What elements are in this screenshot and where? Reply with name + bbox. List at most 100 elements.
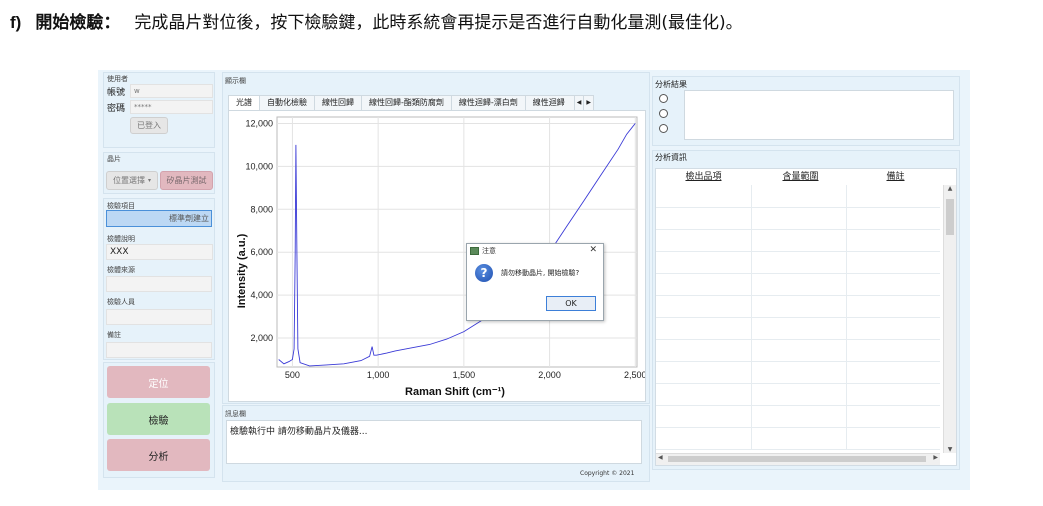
column-header-range[interactable]: 含量範圍 — [753, 169, 848, 185]
table-body — [656, 185, 940, 453]
column-divider — [751, 317, 752, 339]
analysis-info-heading: 分析資訊 — [655, 153, 687, 162]
tab-auto-inspection[interactable]: 自動化檢驗 — [259, 95, 315, 110]
column-divider — [751, 383, 752, 405]
instruction-title: 開始檢驗： — [35, 13, 121, 32]
hscrollbar-thumb[interactable] — [668, 456, 926, 462]
instruction-step: f) — [10, 13, 22, 32]
logged-in-button[interactable]: 已登入 — [130, 117, 168, 134]
column-divider — [846, 207, 847, 229]
column-divider — [751, 295, 752, 317]
table-row[interactable] — [656, 361, 940, 384]
table-row[interactable] — [656, 185, 940, 208]
table-row[interactable] — [656, 405, 940, 428]
tab-regression-preservative[interactable]: 線性回歸-酯類防腐劑 — [361, 95, 452, 110]
column-divider — [751, 251, 752, 273]
account-field[interactable]: w — [130, 84, 213, 98]
y-tick-label: 8,000 — [250, 204, 273, 214]
tab-linear-regression[interactable]: 線性回歸 — [314, 95, 362, 110]
close-icon[interactable]: ✕ — [589, 245, 597, 255]
scrollbar-thumb[interactable] — [946, 199, 954, 235]
table-row[interactable] — [656, 207, 940, 230]
column-divider — [846, 427, 847, 449]
column-divider — [846, 383, 847, 405]
dialog-title: 注意 — [482, 247, 496, 255]
y-tick-label: 6,000 — [250, 247, 273, 257]
table-row[interactable] — [656, 339, 940, 362]
analysis-info-table: 檢出品項 含量範圍 備註 ▲ ▼ ◀ ▶ — [655, 168, 957, 466]
position-select[interactable]: 位置選擇 ▾ — [106, 171, 158, 190]
analyze-button[interactable]: 分析 — [107, 439, 210, 471]
scroll-down-icon[interactable]: ▼ — [944, 446, 956, 453]
table-row[interactable] — [656, 383, 940, 406]
table-row[interactable] — [656, 229, 940, 252]
question-icon: ? — [475, 264, 493, 282]
locate-button[interactable]: 定位 — [107, 366, 210, 398]
result-radio-3[interactable] — [659, 124, 668, 133]
remarks-label: 備註 — [107, 331, 121, 339]
scroll-left-icon[interactable]: ◀ — [658, 454, 663, 461]
vertical-scrollbar[interactable]: ▲ ▼ — [943, 185, 956, 453]
x-tick-label: 1,000 — [367, 370, 390, 380]
column-divider — [846, 295, 847, 317]
inspector-label: 檢驗人員 — [107, 298, 135, 306]
column-divider — [751, 207, 752, 229]
password-label: 密碼 — [107, 104, 126, 114]
silicon-test-button[interactable]: 矽晶片測試 — [160, 171, 213, 190]
y-tick-label: 4,000 — [250, 290, 273, 300]
column-header-item[interactable]: 檢出品項 — [656, 169, 751, 185]
sample-source-field[interactable] — [106, 276, 212, 292]
inspection-item-field[interactable]: 標準劑建立 — [106, 210, 212, 227]
column-divider — [846, 339, 847, 361]
column-divider — [846, 273, 847, 295]
tab-scroll-right-icon[interactable]: ▶ — [583, 95, 595, 110]
table-row[interactable] — [656, 317, 940, 340]
remarks-field[interactable] — [106, 342, 212, 358]
column-divider — [751, 273, 752, 295]
ok-button[interactable]: OK — [546, 296, 596, 311]
column-divider — [846, 185, 847, 207]
tab-regression-bleach[interactable]: 線性迴歸-漂白劑 — [450, 95, 526, 110]
table-row[interactable] — [656, 273, 940, 296]
instruction-heading: f) 開始檢驗： 完成晶片對位後，按下檢驗鍵，此時系統會再提示是否進行自動化量測(最… — [10, 8, 743, 33]
account-label: 帳號 — [107, 88, 126, 98]
table-row[interactable] — [656, 427, 940, 450]
column-divider — [751, 361, 752, 383]
column-divider — [751, 229, 752, 251]
column-header-remarks[interactable]: 備註 — [848, 169, 943, 185]
x-tick-label: 500 — [285, 370, 300, 380]
sample-desc-label: 檢體說明 — [107, 235, 135, 243]
column-divider — [846, 405, 847, 427]
table-row[interactable] — [656, 295, 940, 318]
y-tick-label: 2,000 — [250, 333, 273, 343]
copyright: Copyright © 2021 — [580, 470, 635, 477]
y-axis-label: Intensity (a.u.) — [236, 233, 248, 308]
tab-regression-more[interactable]: 線性迴歸 — [524, 95, 575, 110]
inspect-button[interactable]: 檢驗 — [107, 403, 210, 435]
sample-desc-field[interactable]: XXX — [106, 244, 213, 260]
x-tick-label: 2,500 — [624, 370, 645, 380]
chip-heading: 晶片 — [107, 155, 121, 163]
column-divider — [846, 229, 847, 251]
column-divider — [846, 361, 847, 383]
message-box: 檢驗執行中 請勿移動晶片及儀器... — [226, 420, 642, 464]
result-radio-1[interactable] — [659, 94, 668, 103]
scroll-up-icon[interactable]: ▲ — [944, 185, 956, 192]
analysis-result-heading: 分析結果 — [655, 80, 687, 89]
user-heading: 使用者 — [107, 75, 128, 83]
result-radio-2[interactable] — [659, 109, 668, 118]
dialog-message: 請勿移動晶片, 開始檢驗? — [501, 269, 580, 277]
display-tabs: 光譜 自動化檢驗 線性回歸 線性回歸-酯類防腐劑 線性迴歸-漂白劑 線性迴歸 ◀… — [228, 95, 595, 110]
x-tick-label: 2,000 — [538, 370, 561, 380]
horizontal-scrollbar[interactable]: ◀ ▶ — [656, 453, 940, 465]
instruction-text: 完成晶片對位後，按下檢驗鍵，此時系統會再提示是否進行自動化量測(最佳化)。 — [134, 13, 743, 33]
column-divider — [846, 251, 847, 273]
analysis-result-box — [684, 90, 954, 140]
scroll-right-icon[interactable]: ▶ — [933, 454, 938, 461]
table-row[interactable] — [656, 251, 940, 274]
message-heading: 訊息欄 — [225, 410, 246, 418]
password-field[interactable]: ***** — [130, 100, 213, 114]
tab-spectrum[interactable]: 光譜 — [228, 95, 260, 110]
inspector-field[interactable] — [106, 309, 212, 325]
column-divider — [846, 317, 847, 339]
